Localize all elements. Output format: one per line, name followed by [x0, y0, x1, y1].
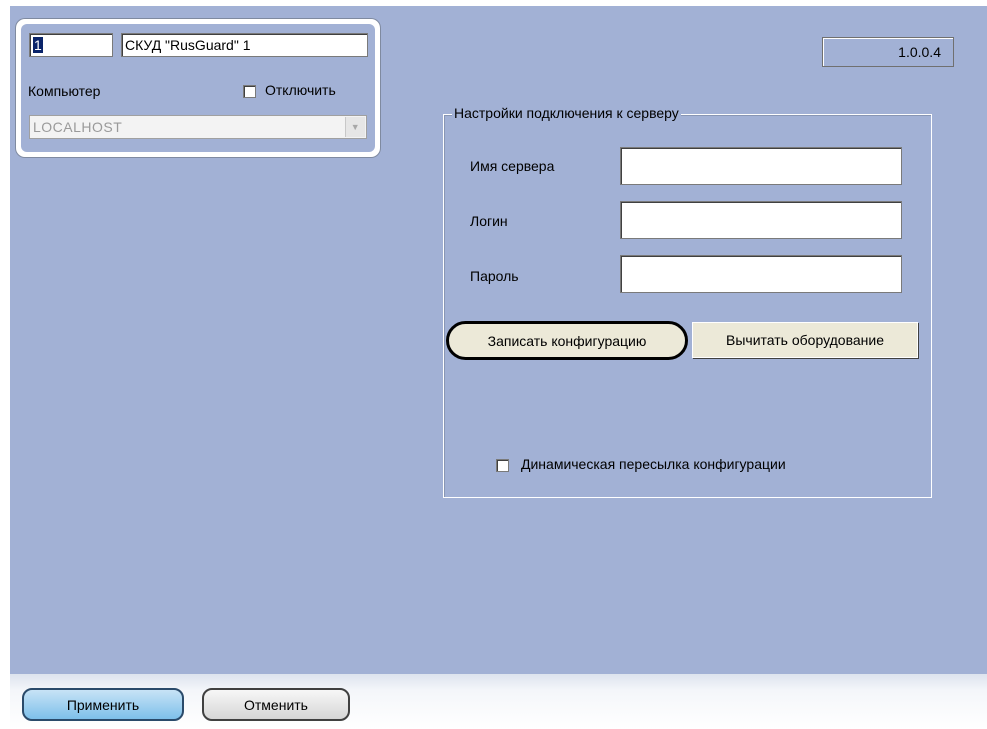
server-settings-title: Настройки подключения к серверу — [452, 103, 681, 123]
computer-label: Компьютер — [28, 83, 101, 99]
write-config-button[interactable]: Записать конфигурацию — [446, 321, 688, 360]
object-name-field[interactable]: СКУД "RusGuard" 1 — [121, 33, 368, 57]
object-id-value: 1 — [33, 37, 43, 53]
login-label: Логин — [470, 213, 508, 229]
cancel-button[interactable]: Отменить — [202, 688, 350, 721]
dynamic-sync-checkbox[interactable] — [496, 459, 509, 472]
password-input[interactable] — [620, 255, 902, 293]
server-name-input[interactable] — [620, 147, 902, 185]
chevron-down-icon[interactable]: ▼ — [345, 117, 365, 137]
computer-select[interactable]: LOCALHOST ▼ — [29, 115, 367, 139]
version-display: 1.0.0.4 — [822, 37, 954, 67]
password-label: Пароль — [470, 268, 519, 284]
server-name-label: Имя сервера — [470, 158, 555, 174]
computer-select-value: LOCALHOST — [33, 119, 123, 135]
disable-label: Отключить — [265, 82, 336, 98]
login-input[interactable] — [620, 201, 902, 239]
object-id-field[interactable]: 1 — [29, 33, 113, 57]
dynamic-sync-label: Динамическая пересылка конфигурации — [521, 456, 786, 472]
apply-button[interactable]: Применить — [22, 688, 184, 721]
read-hardware-button[interactable]: Вычитать оборудование — [692, 322, 918, 358]
disable-checkbox[interactable] — [243, 85, 256, 98]
